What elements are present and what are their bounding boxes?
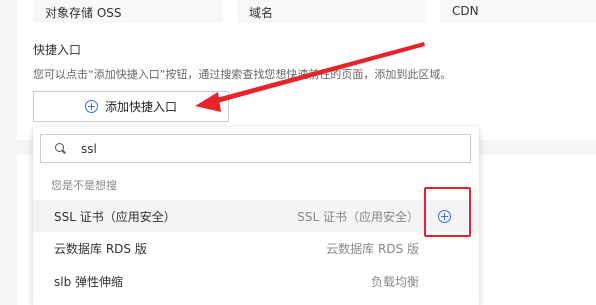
annotation-arrow-shaft: [209, 42, 425, 105]
annotation-arrow: [195, 42, 425, 112]
annotation-arrow-head: [195, 92, 221, 112]
